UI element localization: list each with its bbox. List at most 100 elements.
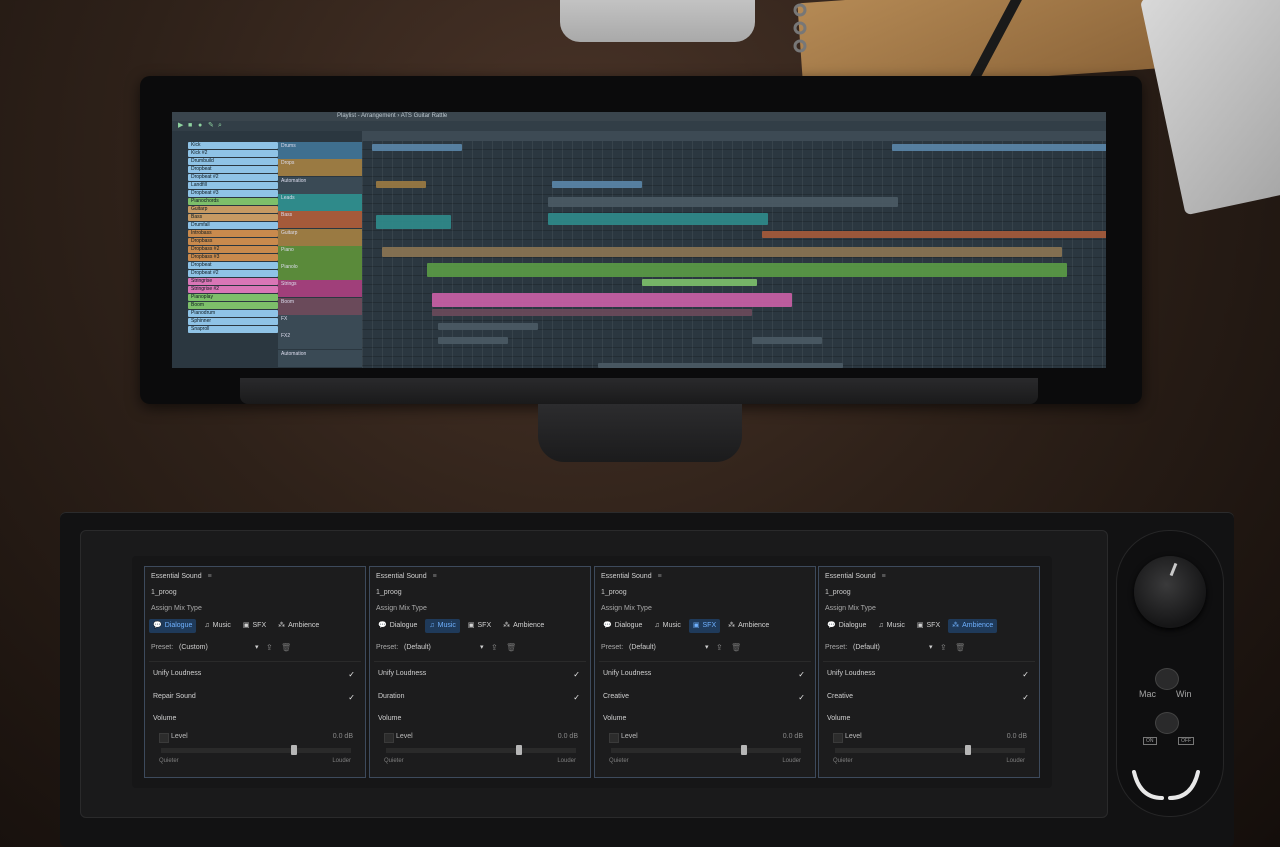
timeline-ruler[interactable]: [362, 131, 1106, 141]
track-header[interactable]: Drums: [278, 142, 362, 159]
level-slider[interactable]: [611, 745, 801, 755]
panel-menu-icon[interactable]: ≡: [658, 573, 662, 580]
track-header[interactable]: Pianolo: [278, 263, 362, 281]
mix-type-dialogue-button[interactable]: 💬 Dialogue: [599, 619, 646, 633]
mix-type-dialogue-button[interactable]: 💬 Dialogue: [374, 619, 421, 633]
stop-icon[interactable]: ■: [188, 122, 196, 129]
slider-thumb[interactable]: [741, 745, 747, 755]
option-row[interactable]: Duration ✓: [378, 693, 580, 703]
mix-type-ambience-button[interactable]: ⁂ Ambience: [948, 619, 998, 633]
channel-item[interactable]: Pianochords: [188, 197, 278, 205]
channel-item[interactable]: Stringrise: [188, 277, 278, 285]
clip-fx3[interactable]: [752, 337, 822, 344]
channel-item[interactable]: Snaproll: [188, 325, 278, 333]
trash-icon[interactable]: 🗑: [731, 643, 741, 652]
channel-item[interactable]: Drumfall: [188, 221, 278, 229]
channel-item[interactable]: Dropbeat #3: [188, 189, 278, 197]
playlist-grid[interactable]: [362, 141, 1106, 368]
panel-menu-icon[interactable]: ≡: [208, 573, 212, 580]
preset-select[interactable]: (Default): [404, 644, 484, 651]
preset-select[interactable]: (Default): [629, 644, 709, 651]
mix-type-ambience-button[interactable]: ⁂ Ambience: [499, 619, 548, 633]
track-header[interactable]: Guitarp: [278, 228, 362, 246]
channel-item[interactable]: Pianodrum: [188, 309, 278, 317]
clip-boom[interactable]: [432, 309, 752, 316]
slider-thumb[interactable]: [965, 745, 971, 755]
level-slider[interactable]: [386, 745, 576, 755]
checkmark-icon[interactable]: ✓: [573, 693, 580, 702]
checkmark-icon[interactable]: ✓: [348, 670, 355, 679]
clip-guitar-rattle[interactable]: [548, 197, 898, 207]
zoom-icon[interactable]: ⌕: [218, 122, 226, 129]
channel-item[interactable]: Dropbass #2: [188, 245, 278, 253]
mix-type-dialogue-button[interactable]: 💬 Dialogue: [823, 619, 870, 633]
checkmark-icon[interactable]: ✓: [798, 693, 805, 702]
power-toggle[interactable]: [1155, 712, 1179, 734]
option-row[interactable]: Creative ✓: [827, 693, 1029, 703]
chevron-down-icon[interactable]: ▾: [255, 643, 259, 651]
pencil-icon[interactable]: ✎: [208, 122, 216, 129]
clip-piano[interactable]: [427, 263, 1067, 277]
clip-fx2[interactable]: [438, 337, 508, 344]
channel-item[interactable]: Kick: [188, 142, 278, 150]
track-header[interactable]: Leads: [278, 193, 362, 211]
checkmark-icon[interactable]: ✓: [1022, 670, 1029, 679]
level-slider[interactable]: [835, 745, 1025, 755]
clip-fx[interactable]: [438, 323, 538, 330]
checkmark-icon[interactable]: ✓: [573, 670, 580, 679]
mix-type-music-button[interactable]: ♫ Music: [200, 619, 235, 633]
track-header[interactable]: Drops: [278, 159, 362, 177]
channel-item[interactable]: Boom: [188, 301, 278, 309]
channel-item[interactable]: Dropbeat: [188, 165, 278, 174]
checkmark-icon[interactable]: ✓: [798, 670, 805, 679]
channel-item[interactable]: Stringrise #2: [188, 285, 278, 293]
channel-item[interactable]: Dropbeat #2: [188, 173, 278, 182]
channel-item[interactable]: Bass: [188, 213, 278, 221]
play-icon[interactable]: ▶: [178, 122, 186, 129]
channel-item[interactable]: Landfill: [188, 181, 278, 190]
checkmark-icon[interactable]: ✓: [1022, 693, 1029, 702]
clip-strings[interactable]: [432, 293, 792, 307]
channel-item[interactable]: Sphinner: [188, 317, 278, 325]
clip-automation[interactable]: [598, 363, 843, 368]
mix-type-sfx-button[interactable]: ▣ SFX: [688, 619, 721, 633]
panel-menu-icon[interactable]: ≡: [882, 573, 886, 580]
level-checkbox[interactable]: [384, 733, 394, 743]
level-slider[interactable]: [161, 745, 351, 755]
chevron-down-icon[interactable]: ▾: [705, 643, 709, 651]
trash-icon[interactable]: 🗑: [955, 643, 965, 652]
preset-select[interactable]: (Custom): [179, 644, 259, 651]
clip-introbass[interactable]: [762, 231, 1106, 238]
mix-type-sfx-button[interactable]: ▣ SFX: [239, 619, 270, 633]
clip-pianolo[interactable]: [642, 279, 757, 286]
mix-type-sfx-button[interactable]: ▣ SFX: [464, 619, 495, 633]
level-checkbox[interactable]: [833, 733, 843, 743]
clip-drums[interactable]: [372, 144, 462, 151]
save-preset-icon[interactable]: ⇪: [266, 643, 273, 652]
clip-dropbeat[interactable]: [376, 181, 426, 188]
track-header[interactable]: Strings: [278, 280, 362, 298]
slider-thumb[interactable]: [291, 745, 297, 755]
option-row[interactable]: Repair Sound ✓: [153, 693, 355, 703]
option-row[interactable]: Creative ✓: [603, 693, 805, 703]
track-header[interactable]: Piano: [278, 245, 362, 263]
channel-item[interactable]: Dropbeat: [188, 261, 278, 269]
unify-loudness-row[interactable]: Unify Loudness ✓: [827, 670, 1029, 680]
mac-win-toggle[interactable]: [1155, 668, 1179, 690]
unify-loudness-row[interactable]: Unify Loudness ✓: [378, 670, 580, 680]
channel-item[interactable]: Dropbass #3: [188, 253, 278, 261]
rotary-knob[interactable]: [1134, 556, 1206, 628]
save-preset-icon[interactable]: ⇪: [940, 643, 947, 652]
track-header[interactable]: Automation: [278, 349, 362, 367]
clip-landfill[interactable]: [552, 181, 642, 188]
checkmark-icon[interactable]: ✓: [348, 693, 355, 702]
track-header[interactable]: Automation: [278, 176, 362, 194]
preset-select[interactable]: (Default): [853, 644, 933, 651]
save-preset-icon[interactable]: ⇪: [491, 643, 498, 652]
clip-leads[interactable]: [548, 213, 768, 225]
mix-type-ambience-button[interactable]: ⁂ Ambience: [724, 619, 773, 633]
save-preset-icon[interactable]: ⇪: [716, 643, 723, 652]
trash-icon[interactable]: 🗑: [506, 643, 516, 652]
mix-type-music-button[interactable]: ♫ Music: [650, 619, 685, 633]
clip-drumbuild[interactable]: [892, 144, 1106, 151]
